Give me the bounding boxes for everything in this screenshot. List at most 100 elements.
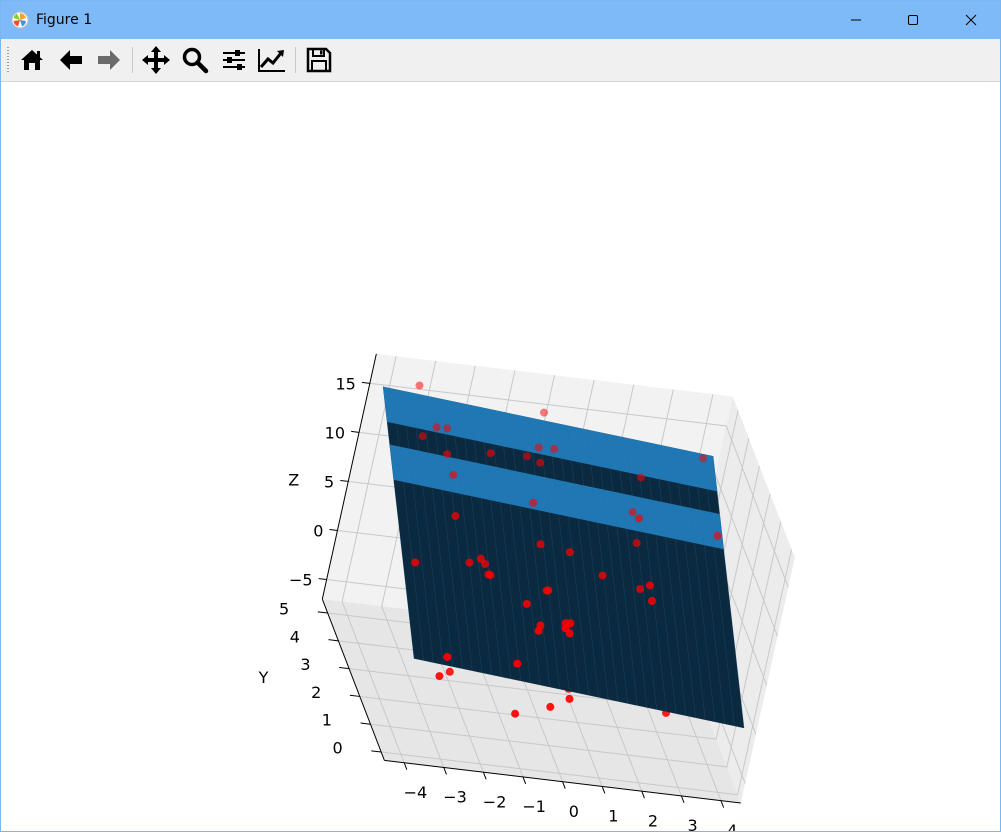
x-tick-label: 0	[569, 802, 579, 821]
maximize-button[interactable]	[884, 1, 942, 39]
data-point	[544, 586, 553, 595]
z-tick-label: −5	[289, 571, 313, 590]
pan-button[interactable]	[140, 44, 172, 76]
y-tick	[349, 694, 360, 697]
y-tick-label: 1	[322, 711, 332, 730]
data-point	[550, 444, 559, 453]
x-tick	[562, 781, 566, 789]
toolbar-separator	[295, 47, 296, 73]
x-tick-label: 4	[727, 821, 737, 831]
y-tick-label: 5	[279, 600, 289, 619]
data-point	[546, 702, 555, 711]
data-point	[636, 585, 645, 594]
data-point	[511, 709, 520, 718]
data-point	[484, 570, 493, 579]
data-point	[432, 423, 441, 432]
y-axis-label: Y	[258, 668, 269, 687]
data-point	[522, 599, 531, 608]
edit-axis-button[interactable]	[256, 44, 288, 76]
data-point	[634, 514, 643, 523]
data-point	[565, 694, 574, 703]
data-point	[536, 621, 545, 630]
data-point	[443, 424, 452, 433]
y-tick	[328, 639, 339, 642]
x-tick	[403, 762, 408, 770]
z-tick-label: 5	[324, 472, 334, 491]
y-tick	[317, 611, 328, 614]
x-tick	[720, 800, 725, 808]
data-point	[713, 531, 722, 540]
y-tick-label: 0	[333, 739, 343, 758]
x-tick-label: −2	[483, 792, 507, 811]
x-tick-label: 3	[688, 816, 698, 831]
data-point	[451, 512, 460, 520]
z-axis-label: Z	[288, 471, 299, 490]
data-point	[476, 554, 485, 563]
z-tick	[329, 529, 338, 531]
z-tick	[340, 479, 349, 482]
data-point	[486, 449, 495, 458]
data-point	[648, 597, 656, 605]
x-tick	[482, 772, 487, 780]
y-tick-label: 2	[311, 683, 321, 702]
x-tick-label: 1	[608, 807, 618, 826]
data-point	[529, 498, 538, 507]
3d-axes: −4−3−2−101234012345−5051015 X Y Z	[258, 353, 795, 831]
data-point	[534, 443, 543, 452]
data-point	[418, 432, 427, 441]
data-point	[699, 454, 708, 463]
forward-button[interactable]	[93, 44, 125, 76]
home-icon	[21, 50, 43, 70]
data-point	[566, 619, 575, 628]
x-tick	[601, 786, 606, 794]
close-button[interactable]	[942, 1, 1000, 39]
y-tick	[360, 722, 371, 725]
data-point	[536, 540, 545, 549]
x-tick-label: 2	[648, 811, 658, 830]
x-tick	[680, 795, 685, 804]
minimize-icon	[851, 19, 861, 21]
data-point	[443, 653, 452, 661]
home-button[interactable]	[16, 44, 48, 76]
z-tick-label: 0	[313, 522, 323, 541]
data-point	[646, 581, 654, 590]
data-point	[513, 659, 522, 668]
back-button[interactable]	[55, 44, 87, 76]
arrow-right-icon	[98, 50, 120, 70]
z-tick	[351, 430, 360, 433]
close-icon	[965, 14, 977, 26]
data-point	[632, 539, 641, 548]
x-tick	[641, 791, 645, 799]
sliders-icon	[223, 50, 245, 70]
title-bar[interactable]: Figure 1	[1, 1, 1000, 39]
zoom-button[interactable]	[179, 44, 211, 76]
x-tick-label: −3	[443, 788, 467, 807]
data-point	[435, 672, 444, 681]
move-arrows-icon	[142, 46, 170, 74]
x-tick-label: −1	[522, 797, 546, 816]
y-tick-label: 4	[290, 627, 300, 646]
plot-canvas[interactable]: −4−3−2−101234012345−5051015 X Y Z	[1, 82, 1000, 831]
data-point	[411, 558, 420, 567]
data-point	[443, 450, 452, 459]
z-tick-label: 15	[335, 374, 355, 393]
data-point	[598, 571, 607, 580]
floppy-disk-icon	[306, 47, 332, 73]
data-point	[445, 667, 454, 676]
data-point	[415, 381, 424, 390]
data-point	[465, 558, 474, 567]
window-title: Figure 1	[36, 12, 93, 28]
y-tick	[339, 666, 350, 670]
minimize-button[interactable]	[827, 1, 885, 39]
y-tick-label: 3	[300, 655, 310, 674]
z-tick-label: 10	[325, 423, 345, 442]
arrow-left-icon	[60, 50, 82, 70]
x-tick	[522, 776, 527, 785]
figure-window: Figure 1 −4 −3 −2 −1 0 1 2 3 4 0 1 2 3 4…	[0, 0, 1001, 832]
data-point	[540, 408, 548, 417]
data-point	[449, 470, 458, 479]
toolbar-grip	[7, 47, 9, 73]
data-point	[523, 452, 531, 461]
save-button[interactable]	[303, 44, 335, 76]
configure-subplots-button[interactable]	[218, 44, 250, 76]
